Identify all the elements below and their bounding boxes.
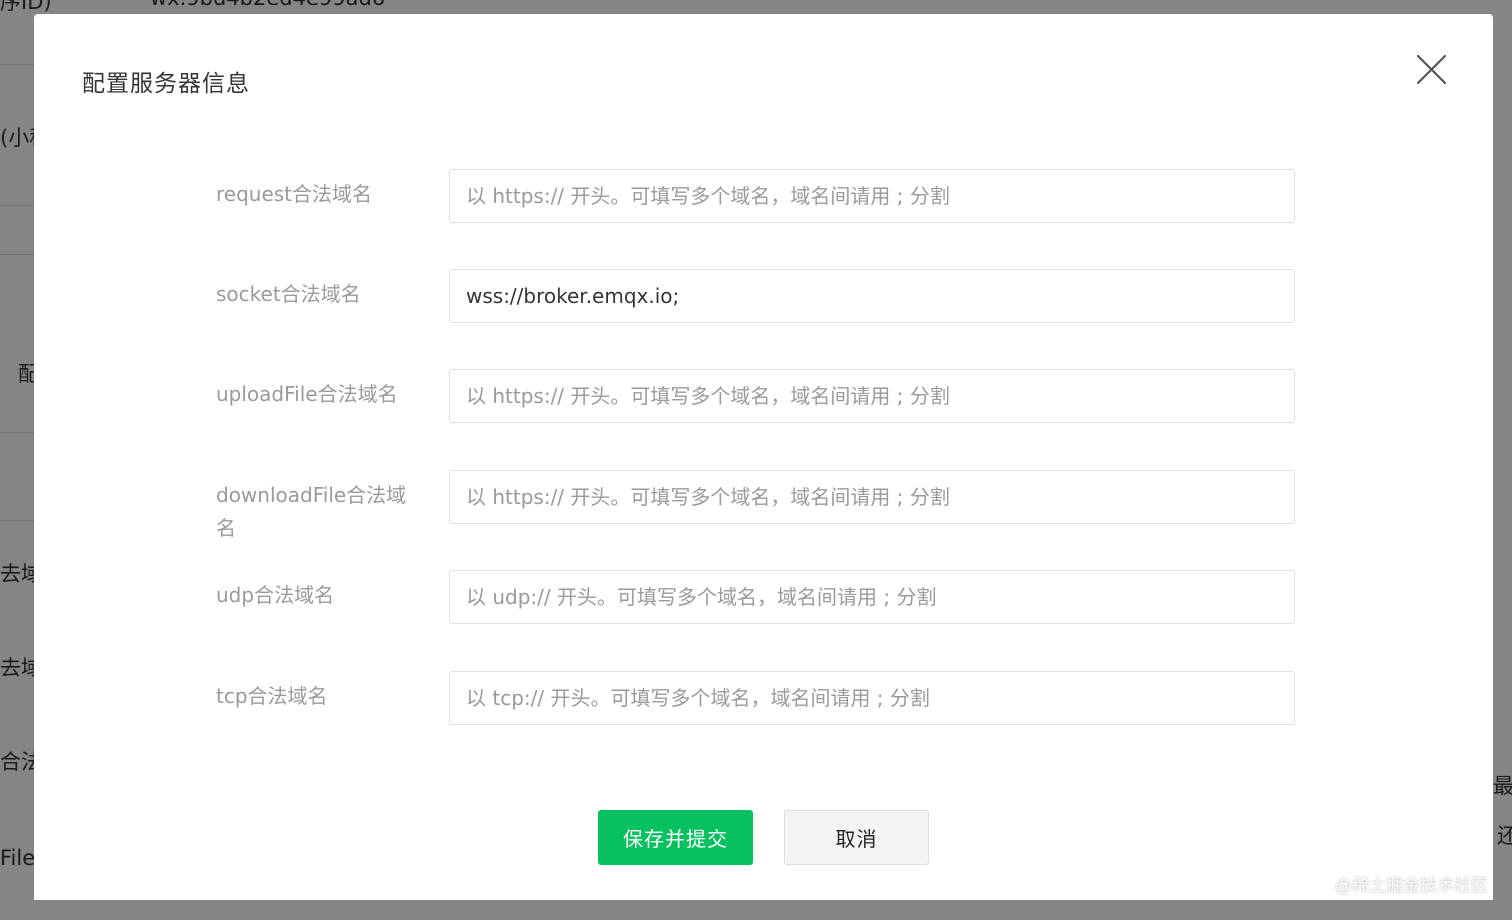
tcp-domain-label: tcp合法域名 <box>216 684 328 708</box>
cancel-button[interactable]: 取消 <box>784 810 929 865</box>
server-config-dialog: 配置服务器信息 request合法域名 socket合法域名 uploadFil… <box>34 14 1493 900</box>
socket-domain-label: socket合法域名 <box>216 282 361 306</box>
udp-domain-label: udp合法域名 <box>216 583 335 607</box>
close-button[interactable] <box>1412 52 1452 88</box>
tcp-domain-input[interactable] <box>449 671 1295 725</box>
watermark: @稀土掘金技术社区 <box>1335 876 1488 896</box>
udp-domain-input[interactable] <box>449 570 1295 624</box>
uploadfile-domain-label: uploadFile合法域名 <box>216 382 398 406</box>
dialog-title: 配置服务器信息 <box>82 71 250 97</box>
request-domain-label: request合法域名 <box>216 182 373 206</box>
socket-domain-input[interactable] <box>449 269 1295 323</box>
downloadfile-domain-input[interactable] <box>449 470 1295 524</box>
save-and-submit-button[interactable]: 保存并提交 <box>598 810 753 865</box>
form-row-request: request合法域名 <box>34 169 1493 225</box>
form-row-socket: socket合法域名 <box>34 269 1493 325</box>
uploadfile-domain-input[interactable] <box>449 369 1295 423</box>
form-row-uploadfile: uploadFile合法域名 <box>34 369 1493 425</box>
close-icon <box>1416 54 1447 85</box>
form-row-udp: udp合法域名 <box>34 570 1493 626</box>
downloadfile-domain-label: downloadFile合法域名 <box>216 483 407 540</box>
request-domain-input[interactable] <box>449 169 1295 223</box>
form-row-tcp: tcp合法域名 <box>34 671 1493 727</box>
form-row-downloadfile: downloadFile合法域名 <box>34 470 1493 540</box>
